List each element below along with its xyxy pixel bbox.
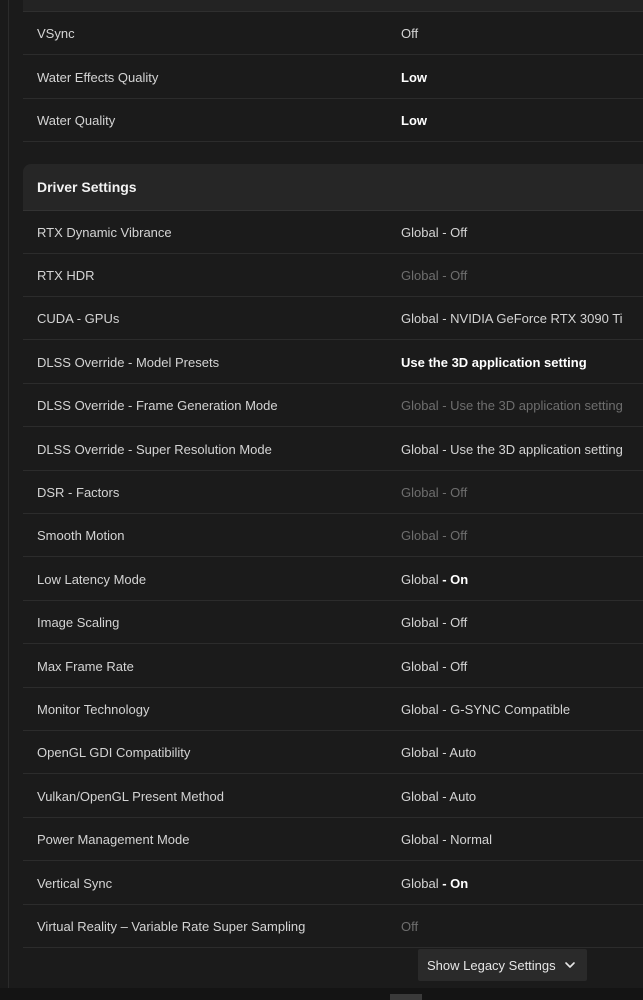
setting-label: Smooth Motion [37,528,125,543]
show-legacy-settings-button[interactable]: Show Legacy Settings [418,949,587,981]
value-strong: - On [442,572,469,587]
setting-label: Image Scaling [37,615,120,630]
setting-row-vr-variable-rate-super-sampling[interactable]: Virtual Reality – Variable Rate Super Sa… [23,905,643,948]
setting-label: DLSS Override - Super Resolution Mode [37,442,272,457]
panel-top-edge [23,0,643,12]
setting-label: Vertical Sync [37,876,113,891]
setting-value[interactable]: Global - On [401,862,468,905]
setting-value[interactable]: Global - On [401,558,468,601]
setting-row-low-latency-mode[interactable]: Low Latency Mode Global - On [23,558,643,601]
setting-value[interactable]: Use the 3D application setting [401,341,587,384]
setting-label: DLSS Override - Model Presets [37,355,220,370]
setting-value[interactable]: Global - NVIDIA GeForce RTX 3090 Ti [401,297,623,340]
setting-label: Power Management Mode [37,832,190,847]
setting-label: Virtual Reality – Variable Rate Super Sa… [37,919,306,934]
value-strong: - On [442,876,469,891]
left-rail [0,0,9,1000]
setting-label: Low Latency Mode [37,572,147,587]
setting-row-cuda-gpus[interactable]: CUDA - GPUs Global - NVIDIA GeForce RTX … [23,297,643,340]
setting-row-rtx-hdr[interactable]: RTX HDR Global - Off [23,254,643,297]
setting-row-image-scaling[interactable]: Image Scaling Global - Off [23,601,643,644]
setting-row-water-quality[interactable]: Water Quality Low [23,99,643,142]
setting-label: RTX HDR [37,268,95,283]
setting-row-vsync[interactable]: VSync Off [23,12,643,55]
setting-label: RTX Dynamic Vibrance [37,225,172,240]
setting-value: Global - Off [401,268,468,283]
setting-row-smooth-motion[interactable]: Smooth Motion Global - Off [23,514,643,557]
setting-label: CUDA - GPUs [37,311,120,326]
setting-row-dlss-super-resolution[interactable]: DLSS Override - Super Resolution Mode Gl… [23,428,643,471]
setting-row-dsr-factors[interactable]: DSR - Factors Global - Off [23,471,643,514]
setting-value[interactable]: Global - Off [401,645,467,688]
setting-value: Global - Off [401,485,468,500]
value-prefix: Global [401,876,443,891]
setting-value[interactable]: Global - Use the 3D application setting [401,428,623,471]
setting-row-vulkan-opengl-present[interactable]: Vulkan/OpenGL Present Method Global - Au… [23,775,643,818]
setting-value[interactable]: Low [401,99,427,142]
driver-settings-header: Driver Settings [23,164,643,211]
setting-label: DLSS Override - Frame Generation Mode [37,398,278,413]
setting-label: VSync [37,26,75,41]
settings-panel: VSync Off Water Effects Quality Low Wate… [23,0,643,1000]
bottom-scrollbar-track[interactable] [0,988,643,1000]
setting-row-opengl-gdi-compatibility[interactable]: OpenGL GDI Compatibility Global - Auto [23,731,643,774]
setting-value: Global - Off [401,528,468,543]
setting-label: Max Frame Rate [37,659,134,674]
setting-row-dlss-frame-generation[interactable]: DLSS Override - Frame Generation Mode Gl… [23,384,643,427]
setting-value[interactable]: Global - Off [401,601,467,644]
setting-row-dlss-model-presets[interactable]: DLSS Override - Model Presets Use the 3D… [23,341,643,384]
setting-value[interactable]: Off [401,12,418,55]
setting-row-rtx-dynamic-vibrance[interactable]: RTX Dynamic Vibrance Global - Off [23,211,643,254]
setting-row-power-management-mode[interactable]: Power Management Mode Global - Normal [23,818,643,861]
setting-row-monitor-technology[interactable]: Monitor Technology Global - G-SYNC Compa… [23,688,643,731]
setting-value[interactable]: Global - Auto [401,731,476,774]
setting-row-water-effects-quality[interactable]: Water Effects Quality Low [23,56,643,99]
setting-value[interactable]: Global - Auto [401,775,476,818]
setting-label: Water Effects Quality [37,70,159,85]
setting-value: Global - Use the 3D application setting [401,398,623,413]
setting-label: Vulkan/OpenGL Present Method [37,789,224,804]
setting-value[interactable]: Global - G-SYNC Compatible [401,688,570,731]
scrollbar-thumb[interactable] [390,994,422,1000]
setting-label: OpenGL GDI Compatibility [37,745,191,760]
setting-value[interactable]: Global - Normal [401,818,492,861]
setting-value[interactable]: Global - Off [401,211,467,254]
setting-label: Monitor Technology [37,702,150,717]
setting-row-max-frame-rate[interactable]: Max Frame Rate Global - Off [23,645,643,688]
setting-value[interactable]: Low [401,56,427,99]
setting-label: Water Quality [37,113,116,128]
setting-row-vertical-sync[interactable]: Vertical Sync Global - On [23,862,643,905]
setting-label: DSR - Factors [37,485,120,500]
legacy-button-label: Show Legacy Settings [427,957,556,973]
section-title: Driver Settings [37,179,137,195]
setting-value: Off [401,919,419,934]
chevron-down-icon [564,959,576,971]
value-prefix: Global [401,572,443,587]
